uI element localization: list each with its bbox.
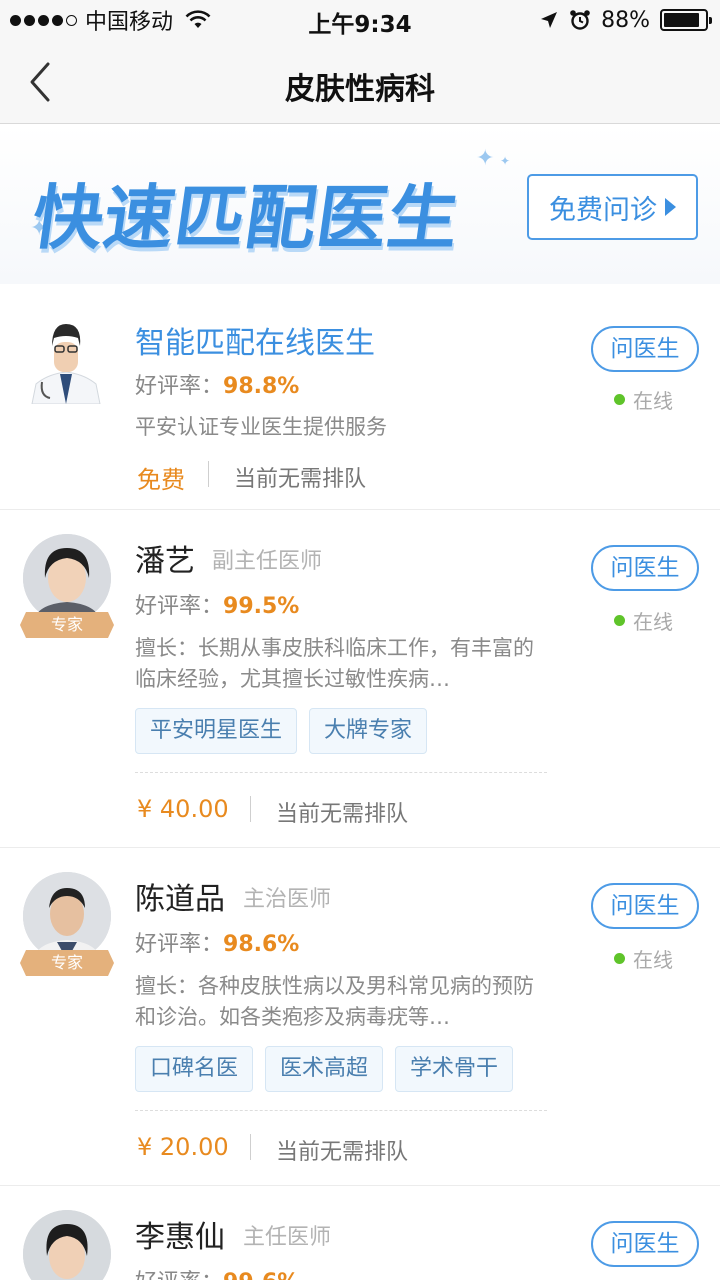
doctor-tag: 口碑名医 xyxy=(135,1046,254,1092)
rating-label: 好评率： xyxy=(135,594,224,619)
queue-status: 当前无需排队 xyxy=(276,802,409,827)
location-arrow-icon xyxy=(541,12,558,28)
online-dot-icon xyxy=(614,953,625,964)
doctor-tags: 平安明星医生 大牌专家 xyxy=(135,708,428,754)
battery-icon xyxy=(660,9,712,31)
doctor-tag: 医术高超 xyxy=(265,1046,384,1092)
online-status: 在线 xyxy=(614,385,673,414)
rating-row: 好评率：98.6% xyxy=(135,926,299,958)
rating-row: 好评率：99.5% xyxy=(135,588,299,620)
expert-badge: 专家 xyxy=(20,950,114,976)
status-right: 88% xyxy=(539,6,712,34)
queue-status: 当前无需排队 xyxy=(276,1140,409,1165)
doctor-title: 主任医师 xyxy=(243,1225,332,1250)
ask-doctor-button[interactable]: 问医生 xyxy=(591,326,699,372)
price-label: ¥ 20.00 xyxy=(137,1133,229,1161)
online-dot-icon xyxy=(614,394,625,405)
rating-value: 98.6% xyxy=(223,932,300,957)
free-consult-label: 免费问诊 xyxy=(549,194,657,226)
doctor-avatar xyxy=(23,872,111,960)
sparkle-icon: ✦ xyxy=(476,146,495,171)
rating-row: 好评率：99.6% xyxy=(135,1264,299,1280)
divider xyxy=(208,461,209,487)
ask-doctor-button[interactable]: 问医生 xyxy=(591,1221,699,1267)
sparkle-icon: ✦ xyxy=(500,154,511,168)
doctor-card[interactable]: 专家 陈道品 主治医师 好评率：98.6% 擅长：各种皮肤性病以及男科常见病的预… xyxy=(0,848,720,1186)
online-label: 在线 xyxy=(633,610,673,634)
navigation-bar: 皮肤性病科 xyxy=(0,40,720,124)
smart-match-name: 智能匹配在线医生 xyxy=(135,326,375,361)
free-consult-button[interactable]: 免费问诊 xyxy=(527,174,698,240)
rating-label: 好评率： xyxy=(135,1270,223,1280)
divider xyxy=(250,796,251,822)
rating-value: 99.6% xyxy=(223,1270,299,1280)
doctor-avatar xyxy=(23,534,111,622)
ask-doctor-button[interactable]: 问医生 xyxy=(591,883,699,929)
divider xyxy=(250,1134,251,1160)
play-triangle-icon xyxy=(665,198,676,216)
doctor-card[interactable]: 专家 潘艺 副主任医师 好评率：99.5% 擅长：长期从事皮肤科临床工作，有丰富… xyxy=(0,510,720,848)
service-description: 平安认证专业医生提供服务 xyxy=(135,415,387,439)
doctor-avatar xyxy=(31,324,101,404)
battery-fill xyxy=(664,13,700,27)
doctor-name: 潘艺 xyxy=(135,544,195,579)
doctor-name: 李惠仙 xyxy=(135,1220,225,1255)
rating-value: 99.5% xyxy=(223,594,300,619)
rating-value: 98.8% xyxy=(223,374,300,399)
expert-badge: 专家 xyxy=(20,612,114,638)
status-bar: 中国移动 上午9:34 88% xyxy=(0,0,720,40)
doctor-avatar xyxy=(23,1210,111,1280)
doctor-specialty: 擅长：长期从事皮肤科临床工作，有丰富的临床经验，尤其擅长过敏性疾病… xyxy=(135,636,534,691)
rating-label: 好评率： xyxy=(135,932,224,957)
doctor-tag: 平安明星医生 xyxy=(135,708,298,754)
doctor-tag: 学术骨干 xyxy=(395,1046,514,1092)
smart-match-card[interactable]: 智能匹配在线医生 好评率：98.8% 平安认证专业医生提供服务 免费 当前无需排… xyxy=(0,284,720,510)
doctor-card[interactable]: 李惠仙 主任医师 好评率：99.6% 问医生 xyxy=(0,1186,720,1280)
online-dot-icon xyxy=(614,615,625,626)
online-status: 在线 xyxy=(614,606,673,635)
ask-doctor-button[interactable]: 问医生 xyxy=(591,545,699,591)
doctor-specialty: 擅长：各种皮肤性病以及男科常见病的预防和诊治。如各类疱疹及病毒疣等… xyxy=(135,974,534,1029)
doctor-title: 副主任医师 xyxy=(212,549,323,574)
price-label: 免费 xyxy=(137,466,185,494)
alarm-clock-icon xyxy=(570,10,590,30)
price-label: ¥ 40.00 xyxy=(137,795,229,823)
online-status: 在线 xyxy=(614,944,673,973)
battery-percentage: 88% xyxy=(601,7,650,33)
online-label: 在线 xyxy=(633,389,673,413)
doctor-name: 陈道品 xyxy=(135,882,225,917)
doctor-tag: 大牌专家 xyxy=(309,708,428,754)
dashed-divider xyxy=(135,772,547,773)
doctor-tags: 口碑名医 医术高超 学术骨干 xyxy=(135,1046,514,1092)
quick-match-banner[interactable]: ✦ ✦ ✦ 快速匹配医生 免费问诊 xyxy=(0,124,720,284)
page-title: 皮肤性病科 xyxy=(285,72,435,107)
rating-row: 好评率：98.8% xyxy=(135,368,299,400)
queue-status: 当前无需排队 xyxy=(234,467,367,492)
online-label: 在线 xyxy=(633,948,673,972)
doctor-title: 主治医师 xyxy=(243,887,332,912)
rating-label: 好评率： xyxy=(135,374,224,399)
banner-title: 快速匹配医生 xyxy=(27,177,465,259)
dashed-divider xyxy=(135,1110,547,1111)
